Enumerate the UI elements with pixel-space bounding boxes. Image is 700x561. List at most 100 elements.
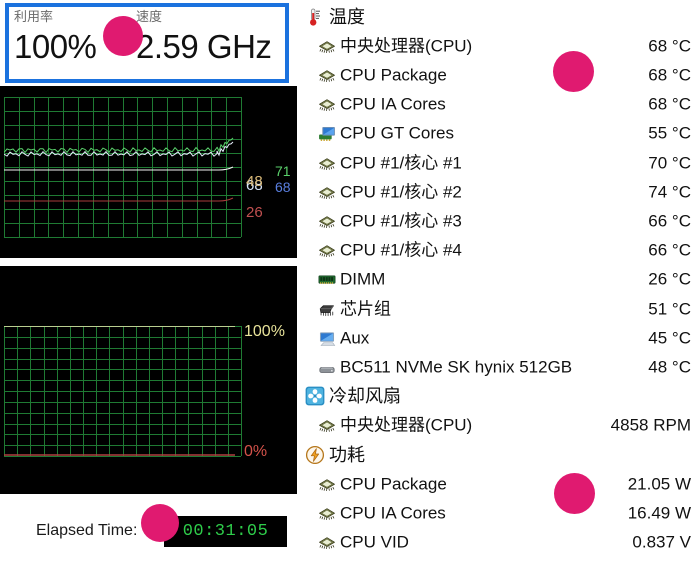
sensor-value: 26 °C [648, 269, 691, 289]
grid-line [241, 97, 242, 237]
sensor-label: CPU IA Cores [340, 503, 446, 523]
sensor-row[interactable]: CPU VID 0.837 V [303, 528, 700, 557]
thermometer-icon [305, 7, 325, 27]
left-graph-panel: 利用率 100% 速度 2.59 GHz 68 71 68 48 26 100%… [0, 0, 297, 561]
cpu-chip-icon [317, 505, 337, 521]
elapsed-time-display: 00:31:05 [164, 516, 287, 547]
fan-icon [305, 386, 325, 406]
sensor-label: CPU #1/核心 #1 [340, 153, 462, 172]
sensor-value: 21.05 W [627, 474, 691, 494]
annotation-dot-cpu-package-temp [553, 51, 594, 92]
sensor-label: CPU Package [340, 65, 447, 85]
sensor-value: 48 °C [648, 357, 691, 377]
speed-tile: 速度 2.59 GHz [136, 8, 272, 80]
dimm-ram-icon [317, 271, 337, 287]
cpu-chip-icon [317, 184, 337, 200]
annotation-dot-elapsed-time [141, 504, 179, 542]
sensor-value: 4858 RPM [610, 415, 691, 435]
temperature-traces [4, 137, 234, 202]
sensor-group-label: 功耗 [329, 444, 365, 465]
summary-strip: 利用率 100% 速度 2.59 GHz [0, 0, 297, 86]
cpu-chip-icon [317, 534, 337, 550]
sensor-group-label: 冷却风扇 [329, 386, 401, 407]
sensor-value: 45 °C [648, 328, 691, 348]
usage-annotation-0: 0% [244, 443, 268, 460]
series-cpu-package-temp [4, 141, 234, 157]
sensor-row[interactable]: CPU #1/核心 #4 66 °C [303, 236, 700, 265]
sensor-label: 中央处理器(CPU) [340, 415, 473, 435]
sensor-group-power[interactable]: 功耗 [303, 440, 700, 469]
sensor-row[interactable]: 中央处理器(CPU) 4858 RPM [303, 411, 700, 440]
grid-line [4, 456, 241, 457]
usage-annotation-100: 100% [244, 323, 285, 340]
sensor-value: 66 °C [648, 211, 691, 231]
series-aux-temp [4, 166, 234, 171]
lightning-bolt-icon [305, 445, 325, 465]
sensor-value: 68 °C [648, 36, 691, 56]
cpu-chip-icon [317, 96, 337, 112]
cpu-chip-icon [317, 155, 337, 171]
grid-line [241, 326, 242, 456]
sensor-label: BC511 NVMe SK hynix 512GB [340, 357, 573, 377]
utilization-value: 100% [14, 28, 97, 65]
sensor-value: 68 °C [648, 65, 691, 85]
speed-label: 速度 [136, 9, 163, 24]
temperature-plot-area [4, 97, 242, 238]
sensor-label: CPU VID [340, 532, 409, 552]
elapsed-time-label: Elapsed Time: [36, 522, 138, 539]
sensor-row[interactable]: CPU #1/核心 #1 70 °C [303, 148, 700, 177]
sensor-value: 0.837 V [632, 532, 691, 552]
utilization-label: 利用率 [14, 9, 54, 24]
sensor-group-label: 温度 [329, 6, 365, 27]
sensor-label: 中央处理器(CPU) [340, 36, 473, 56]
annotation-dot-speed [103, 16, 143, 56]
sensor-value: 68 °C [648, 94, 691, 114]
temp-annotation-26: 26 [246, 204, 263, 221]
sensor-value: 66 °C [648, 240, 691, 260]
series-cpu-core-temp [4, 137, 234, 154]
sensor-label: CPU IA Cores [340, 94, 446, 114]
sensor-row[interactable]: 中央处理器(CPU) 68 °C [303, 31, 700, 60]
speed-value: 2.59 GHz [136, 28, 272, 65]
sensor-row[interactable]: 芯片组 51 °C [303, 294, 700, 323]
cpu-chip-icon [317, 417, 337, 433]
sensor-row[interactable]: CPU #1/核心 #3 66 °C [303, 206, 700, 235]
sensor-row[interactable]: DIMM 26 °C [303, 265, 700, 294]
usage-graph: 100% 0% [0, 266, 297, 494]
sensor-value: 74 °C [648, 182, 691, 202]
cpu-chip-icon [317, 67, 337, 83]
grid-line [4, 237, 241, 238]
cpu-chip-icon [317, 213, 337, 229]
sensor-row[interactable]: CPU #1/核心 #2 74 °C [303, 177, 700, 206]
sensor-label: CPU Package [340, 474, 447, 494]
sensor-label: 芯片组 [340, 299, 391, 318]
sensor-label: CPU #1/核心 #2 [340, 182, 462, 202]
sensor-value: 70 °C [648, 153, 691, 172]
temp-annotation-71-green: 71 [275, 163, 291, 179]
sensor-label: CPU GT Cores [340, 123, 454, 143]
sensor-list-panel[interactable]: 温度 中央处理器(CPU) 68 °C CPU Package 68 °C CPU IA … [303, 0, 700, 561]
gpu-monitor-icon [317, 125, 337, 142]
temperature-graph: 68 71 68 48 26 [0, 86, 297, 258]
sensor-row[interactable]: Aux 45 °C [303, 323, 700, 352]
sensor-value: 16.49 W [627, 503, 691, 523]
sensor-label: CPU #1/核心 #4 [340, 240, 462, 260]
sensor-row[interactable]: CPU Package 21.05 W [303, 469, 700, 498]
sensor-group-temperature[interactable]: 温度 [303, 2, 700, 31]
sensor-label: DIMM [340, 269, 386, 289]
sensor-row[interactable]: BC511 NVMe SK hynix 512GB 48 °C [303, 352, 700, 381]
cpu-chip-icon [317, 242, 337, 258]
series-dimm-temp [4, 197, 234, 202]
sensor-row[interactable]: CPU GT Cores 55 °C [303, 119, 700, 148]
sensor-row[interactable]: CPU IA Cores 68 °C [303, 90, 700, 119]
usage-traces [4, 326, 235, 456]
temp-annotation-68-blue: 68 [275, 179, 291, 195]
utilization-tile: 利用率 100% [14, 8, 97, 80]
sensor-value: 55 °C [648, 123, 691, 143]
sensor-row[interactable]: CPU Package 68 °C [303, 60, 700, 89]
annotation-dot-cpu-package-power [554, 473, 595, 514]
sensor-group-cooling-fans[interactable]: 冷却风扇 [303, 382, 700, 411]
cpu-chip-icon [317, 476, 337, 492]
disk-drive-icon [317, 359, 337, 375]
sensor-row[interactable]: CPU IA Cores 16.49 W [303, 498, 700, 527]
